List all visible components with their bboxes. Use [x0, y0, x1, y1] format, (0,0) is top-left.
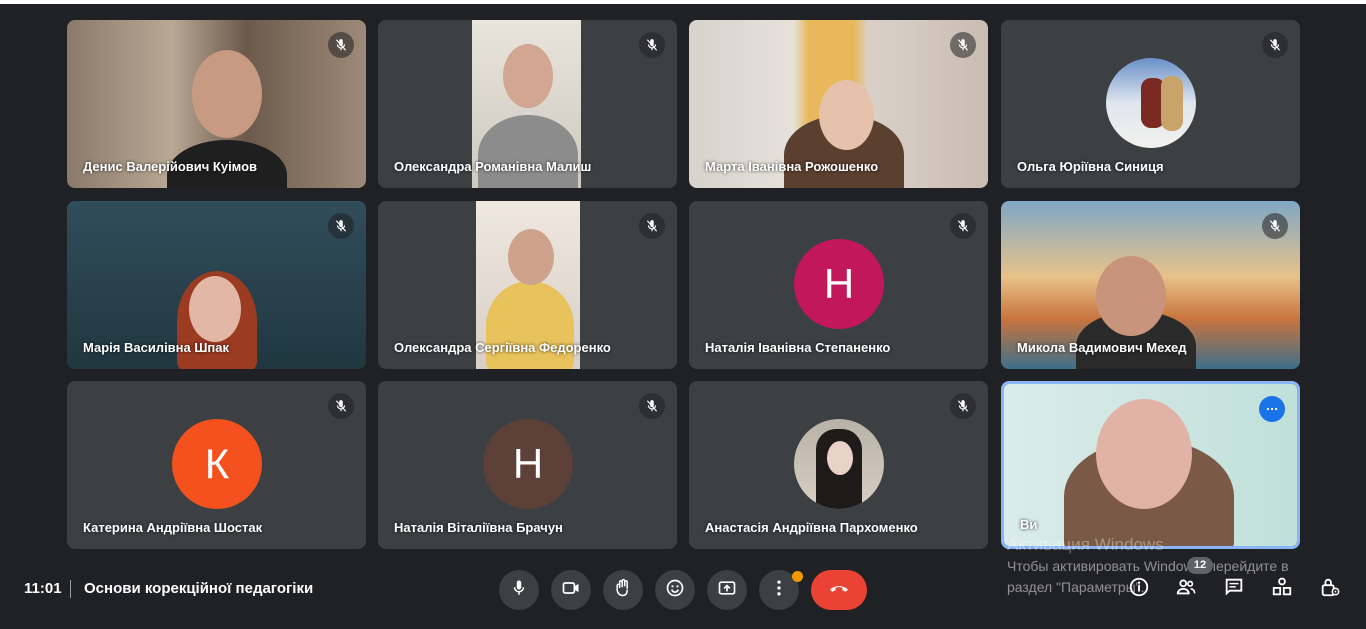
more-options-icon: [769, 578, 789, 603]
chat-button[interactable]: [1219, 574, 1249, 604]
mic-button[interactable]: [499, 570, 539, 610]
participant-figure: [486, 281, 574, 369]
mic-off-icon: [950, 213, 976, 239]
participant-tile[interactable]: Н Наталія Іванівна Степаненко: [689, 201, 988, 369]
participant-name: Анастасія Андріївна Пархоменко: [705, 520, 918, 535]
participant-tile[interactable]: Олександра Романівна Малиш: [378, 20, 677, 188]
participant-name: Олександра Романівна Малиш: [394, 159, 592, 174]
photo-face: [827, 441, 853, 475]
mic-off-icon: [639, 213, 665, 239]
participant-face: [819, 80, 874, 150]
camera-button[interactable]: [551, 570, 591, 610]
participant-avatar: Н: [483, 419, 573, 509]
control-bar: 11:01 Основи корекційної педагогіки 12: [0, 557, 1366, 629]
participant-name: Катерина Андріївна Шостак: [83, 520, 263, 535]
emoji-button[interactable]: [655, 570, 695, 610]
participant-tile[interactable]: Марта Іванівна Рожошенко: [689, 20, 988, 188]
present-icon: [717, 578, 737, 603]
participant-face: [189, 276, 241, 342]
raise-hand-button[interactable]: [603, 570, 643, 610]
mic-icon: [510, 579, 528, 602]
participant-avatar: Н: [794, 239, 884, 329]
profile-photo: [1106, 58, 1196, 148]
photo-figure: [1161, 76, 1183, 131]
participant-name: Денис Валерійович Куімов: [83, 159, 258, 174]
participant-tile[interactable]: Ольга Юріївна Синиця: [1001, 20, 1300, 188]
participant-face: [1096, 399, 1192, 509]
participant-face: [508, 229, 554, 285]
participant-grid: Денис Валерійович Куімов Олександра Рома…: [0, 0, 1366, 560]
meeting-title: Основи корекційної педагогіки: [84, 580, 314, 597]
mic-off-icon: [950, 32, 976, 58]
people-icon: [1174, 576, 1198, 603]
windows-activation-title: Активация Windows: [1007, 535, 1164, 554]
notification-dot: [792, 571, 803, 582]
present-button[interactable]: [707, 570, 747, 610]
people-button[interactable]: [1171, 574, 1201, 604]
participant-name: Ви: [1020, 517, 1038, 532]
mic-off-icon: [328, 213, 354, 239]
self-view-tile[interactable]: Ви: [1001, 381, 1300, 549]
emoji-icon: [665, 578, 685, 603]
chat-icon: [1223, 576, 1245, 603]
participant-count-badge: 12: [1187, 557, 1213, 574]
host-controls-icon: [1319, 576, 1341, 603]
participant-name: Олександра Сергіївна Федоренко: [394, 340, 611, 355]
camera-icon: [561, 578, 581, 603]
mic-off-icon: [328, 393, 354, 419]
host-controls-button[interactable]: [1315, 574, 1345, 604]
hang-up-icon: [827, 576, 851, 605]
participant-face: [503, 44, 553, 108]
more-options-icon[interactable]: [1259, 396, 1285, 422]
participant-avatar: К: [172, 419, 262, 509]
participant-name: Наталія Іванівна Степаненко: [705, 340, 891, 355]
mic-off-icon: [328, 32, 354, 58]
participant-name: Наталія Віталіївна Брачун: [394, 520, 563, 535]
participant-tile[interactable]: Олександра Сергіївна Федоренко: [378, 201, 677, 369]
info-icon: [1128, 576, 1150, 603]
raise-hand-icon: [613, 578, 633, 603]
meeting-info-button[interactable]: [1124, 574, 1154, 604]
participant-name: Ольга Юріївна Синиця: [1017, 159, 1164, 174]
participant-name: Марія Василівна Шпак: [83, 340, 230, 355]
participant-tile[interactable]: Денис Валерійович Куімов: [67, 20, 366, 188]
mic-off-icon: [1262, 213, 1288, 239]
mic-off-icon: [1262, 32, 1288, 58]
participant-face: [192, 50, 262, 138]
participant-name: Микола Вадимович Мехед: [1017, 340, 1187, 355]
participant-tile[interactable]: Микола Вадимович Мехед: [1001, 201, 1300, 369]
participant-face: [1096, 256, 1166, 336]
participant-figure: [478, 115, 578, 188]
divider: [70, 580, 71, 598]
participant-tile[interactable]: Марія Василівна Шпак: [67, 201, 366, 369]
participant-tile[interactable]: Анастасія Андріївна Пархоменко: [689, 381, 988, 549]
meeting-clock: 11:01: [24, 580, 62, 597]
participant-tile[interactable]: К Катерина Андріївна Шостак: [67, 381, 366, 549]
mic-off-icon: [639, 32, 665, 58]
mic-off-icon: [950, 393, 976, 419]
participant-tile[interactable]: Н Наталія Віталіївна Брачун: [378, 381, 677, 549]
profile-photo: [794, 419, 884, 509]
hang-up-button[interactable]: [811, 570, 867, 610]
activities-button[interactable]: [1267, 574, 1297, 604]
mic-off-icon: [639, 393, 665, 419]
participant-name: Марта Іванівна Рожошенко: [705, 159, 879, 174]
activities-icon: [1271, 576, 1293, 603]
